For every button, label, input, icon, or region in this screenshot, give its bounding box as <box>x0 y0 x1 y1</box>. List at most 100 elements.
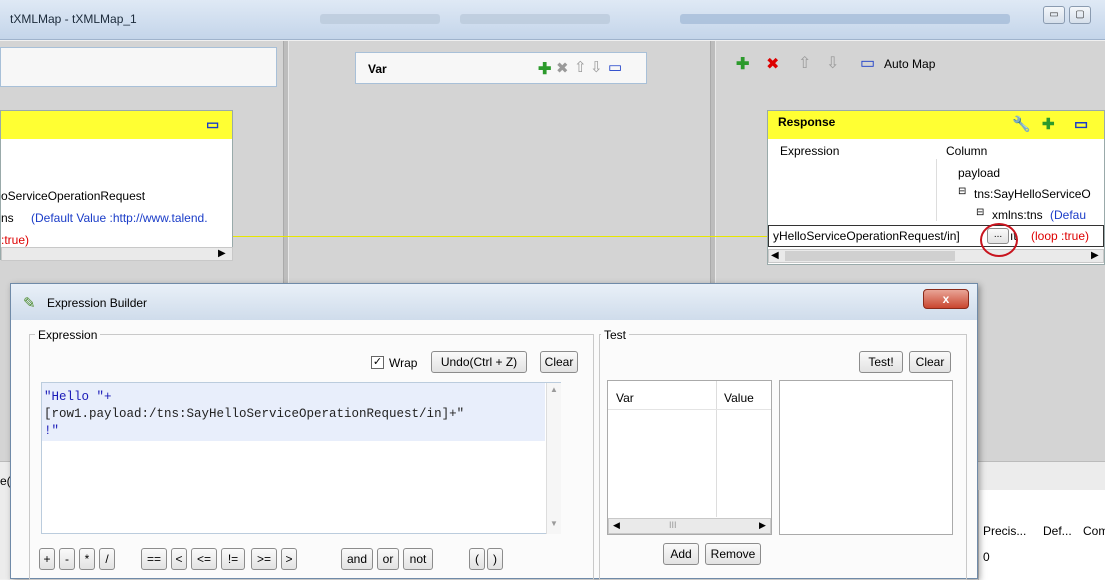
wrench-icon[interactable]: 🔧 <box>1012 115 1031 133</box>
input-toolbar <box>0 47 277 87</box>
clear-expression-button[interactable]: Clear <box>540 351 578 373</box>
test-result-area <box>779 380 953 535</box>
tree-node-request[interactable]: tns:SayHelloServiceO <box>974 187 1091 201</box>
horizontal-scrollbar[interactable]: ◀ III ▶ <box>608 518 771 534</box>
column-header-expression: Expression <box>780 144 840 158</box>
operator-button-close-paren[interactable]: ) <box>487 548 503 570</box>
input-table-header: ▭ <box>1 111 232 139</box>
maximize-button[interactable]: ▢ <box>1069 6 1091 24</box>
output-toolbar: ✚ ✖ ⇧ ⇩ ▭ Auto Map <box>716 50 1105 80</box>
window-title: tXMLMap - tXMLMap_1 <box>10 12 137 26</box>
remove-icon[interactable]: ✖ <box>556 59 569 77</box>
scroll-right-icon[interactable]: ▶ <box>759 520 766 531</box>
operator-button-greater-than[interactable]: > <box>281 548 297 570</box>
column-header: Com <box>1083 524 1105 538</box>
tree-node-payload[interactable]: payload <box>958 166 1000 180</box>
clear-test-button[interactable]: Clear <box>909 351 951 373</box>
scroll-right-icon[interactable]: ▶ <box>1091 250 1099 261</box>
operator-button-equals[interactable]: == <box>141 548 167 570</box>
column-separator <box>936 159 937 221</box>
operator-button-less-than[interactable]: < <box>171 548 187 570</box>
expression-line: !" <box>44 424 60 438</box>
move-up-icon[interactable]: ⇧ <box>798 53 811 73</box>
expression-editor[interactable]: "Hello "+ [row1.payload:/tns:SayHelloSer… <box>41 382 561 534</box>
auto-map-button[interactable]: Auto Map <box>884 57 935 71</box>
builder-icon: ✎ <box>23 295 36 312</box>
dialog-close-button[interactable]: x <box>923 289 969 309</box>
collapse-icon[interactable]: ⊟ <box>976 207 984 218</box>
response-header: Response 🔧 ✚ ▭ <box>768 111 1104 139</box>
tree-node[interactable]: ns <box>1 211 14 225</box>
var-panel-title: Var <box>368 62 387 76</box>
blurred-tab <box>680 14 1010 24</box>
operator-button-divide[interactable]: / <box>99 548 115 570</box>
highlight-circle <box>980 223 1018 257</box>
minimize-icon[interactable]: ▭ <box>206 116 219 133</box>
expression-group-label: Expression <box>35 328 101 342</box>
expression-text: "Hello "+ [row1.payload:/tns:SayHelloSer… <box>44 389 464 440</box>
loop-label: :true) <box>1 233 30 247</box>
column-header: Def... <box>1043 524 1072 538</box>
column-header-value: Value <box>724 391 754 405</box>
operator-button-less-equal[interactable]: <= <box>191 548 217 570</box>
scroll-thumb[interactable] <box>785 251 955 261</box>
operator-button-or[interactable]: or <box>377 548 399 570</box>
default-value: (Default Value :http://www.talend. <box>31 211 208 225</box>
scroll-grip[interactable]: III <box>669 520 677 530</box>
mapping-link <box>233 236 768 237</box>
move-down-icon[interactable]: ⇩ <box>826 53 839 73</box>
scroll-down-icon[interactable]: ▼ <box>550 519 558 528</box>
header-separator <box>608 409 771 410</box>
wrap-label: Wrap <box>389 356 418 370</box>
loop-label: (loop :true) <box>1031 229 1090 243</box>
operator-button-minus[interactable]: - <box>59 548 75 570</box>
default-value: (Defau <box>1050 208 1087 222</box>
column-header: Precis... <box>983 524 1027 538</box>
move-down-icon[interactable]: ⇩ <box>590 58 603 76</box>
tree-node-xmlns[interactable]: xmlns:tns <box>992 208 1043 222</box>
wrap-checkbox[interactable]: ✓ <box>371 356 384 369</box>
var-panel-header: Var ✚ ✖ ⇧ ⇩ ▭ <box>355 52 647 84</box>
add-icon[interactable]: ✚ <box>736 54 749 74</box>
minimize-icon[interactable]: ▭ <box>1074 115 1088 133</box>
dialog-titlebar: ✎ Expression Builder x <box>11 284 977 320</box>
table-cell: 0 <box>983 550 990 564</box>
expression-line: [row1.payload:/tns:SayHelloServiceOperat… <box>44 407 465 421</box>
remove-variable-button[interactable]: Remove <box>705 543 761 565</box>
minimize-button[interactable]: ▭ <box>1043 6 1065 24</box>
operator-button-plus[interactable]: + <box>39 548 55 570</box>
auto-map-icon[interactable]: ▭ <box>860 53 875 73</box>
collapse-icon[interactable]: ⊟ <box>958 186 966 197</box>
horizontal-scrollbar[interactable]: ◀ ▶ <box>768 249 1104 263</box>
operator-button-not-equal[interactable]: != <box>221 548 245 570</box>
test-group-label: Test <box>601 328 630 342</box>
dialog-title: Expression Builder <box>47 296 148 310</box>
blurred-tab <box>460 14 610 24</box>
test-button[interactable]: Test! <box>859 351 903 373</box>
undo-button[interactable]: Undo(Ctrl + Z) <box>431 351 527 373</box>
column-header-var: Var <box>616 391 634 405</box>
scroll-right-icon[interactable]: ▶ <box>218 248 226 259</box>
column-header-column: Column <box>946 144 988 158</box>
column-separator <box>716 381 717 517</box>
move-up-icon[interactable]: ⇧ <box>574 58 587 76</box>
minimize-icon[interactable]: ▭ <box>608 58 622 76</box>
tree-node[interactable]: oServiceOperationRequest <box>1 189 145 203</box>
scroll-up-icon[interactable]: ▲ <box>550 385 558 394</box>
add-variable-button[interactable]: Add <box>663 543 699 565</box>
operator-button-multiply[interactable]: * <box>79 548 95 570</box>
expression-edit-input[interactable]: yHelloServiceOperationRequest/in] <box>773 229 960 243</box>
horizontal-scrollbar[interactable]: ▶ <box>1 247 233 261</box>
response-title: Response <box>778 115 836 129</box>
vertical-scrollbar[interactable]: ▲ ▼ <box>546 383 561 534</box>
operator-button-greater-equal[interactable]: >= <box>251 548 277 570</box>
operator-button-and[interactable]: and <box>341 548 373 570</box>
add-column-icon[interactable]: ✚ <box>1042 115 1055 133</box>
scroll-left-icon[interactable]: ◀ <box>771 250 779 261</box>
operator-button-open-paren[interactable]: ( <box>469 548 485 570</box>
add-icon[interactable]: ✚ <box>538 59 551 79</box>
expression-edit-row: yHelloServiceOperationRequest/in] ... ıt… <box>768 225 1104 247</box>
scroll-left-icon[interactable]: ◀ <box>613 520 620 531</box>
operator-button-not[interactable]: not <box>403 548 433 570</box>
remove-icon[interactable]: ✖ <box>766 54 779 74</box>
